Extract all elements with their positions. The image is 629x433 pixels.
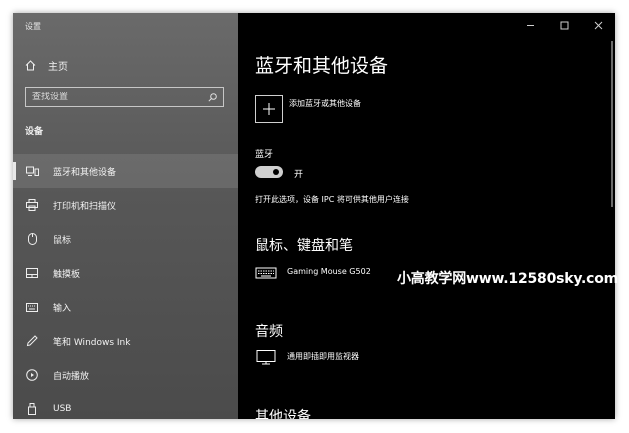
device-name: 通用即插即用监视器 bbox=[287, 352, 359, 361]
sidebar-item-label: 自动播放 bbox=[53, 371, 90, 382]
sidebar-item-label: 触摸板 bbox=[53, 269, 81, 280]
maximize-icon bbox=[560, 21, 568, 29]
settings-window: 设置 主页 设备 蓝牙和其他设备 bbox=[13, 13, 615, 419]
sidebar-nav: 蓝牙和其他设备 打印机和扫描仪 鼠标 触摸板 输入 笔和 Windows Ink… bbox=[13, 154, 238, 419]
watermark-text: 小高教学网www.12580sky.com bbox=[397, 271, 619, 287]
add-device-button[interactable] bbox=[255, 95, 283, 123]
section-label: 设备 bbox=[25, 127, 44, 137]
app-title: 设置 bbox=[25, 22, 41, 31]
bluetooth-label: 蓝牙 bbox=[255, 150, 274, 160]
bluetooth-devices-icon bbox=[25, 164, 39, 178]
window-controls bbox=[513, 13, 615, 37]
section-heading-input-devices: 鼠标、键盘和笔 bbox=[255, 238, 353, 254]
page-title: 蓝牙和其他设备 bbox=[255, 55, 389, 77]
mouse-icon bbox=[25, 232, 39, 246]
device-item-mouse[interactable]: Gaming Mouse G502 bbox=[255, 265, 371, 281]
usb-icon bbox=[25, 402, 39, 416]
section-heading-other-devices: 其他设备 bbox=[255, 409, 311, 419]
sidebar-item-label: 鼠标 bbox=[53, 235, 72, 246]
sidebar-item-printers[interactable]: 打印机和扫描仪 bbox=[13, 188, 238, 222]
search-box[interactable] bbox=[25, 87, 224, 107]
content-pane: 蓝牙和其他设备 添加蓝牙或其他设备 蓝牙 开 打开此选项，设备 IPC 将可供其… bbox=[238, 13, 615, 419]
sidebar-item-autoplay[interactable]: 自动播放 bbox=[13, 358, 238, 392]
sidebar-item-label: 输入 bbox=[53, 303, 72, 314]
add-device-label[interactable]: 添加蓝牙或其他设备 bbox=[289, 98, 361, 109]
pen-icon bbox=[25, 334, 39, 348]
sidebar: 设置 主页 设备 蓝牙和其他设备 bbox=[13, 13, 238, 419]
sidebar-item-typing[interactable]: 输入 bbox=[13, 290, 238, 324]
keyboard-icon bbox=[25, 300, 39, 314]
sidebar-item-touchpad[interactable]: 触摸板 bbox=[13, 256, 238, 290]
sidebar-item-usb[interactable]: USB bbox=[13, 392, 238, 419]
toggle-knob bbox=[273, 169, 279, 175]
minimize-button[interactable] bbox=[513, 13, 547, 37]
maximize-button[interactable] bbox=[547, 13, 581, 37]
search-icon bbox=[208, 92, 217, 102]
sidebar-item-bluetooth[interactable]: 蓝牙和其他设备 bbox=[13, 154, 238, 188]
bluetooth-toggle[interactable] bbox=[255, 166, 283, 178]
close-button[interactable] bbox=[581, 13, 615, 37]
sidebar-item-label: 笔和 Windows Ink bbox=[53, 337, 131, 348]
monitor-icon bbox=[256, 350, 276, 365]
sidebar-item-label: USB bbox=[53, 404, 72, 414]
touchpad-icon bbox=[25, 266, 39, 280]
keyboard-device-icon bbox=[255, 267, 277, 279]
discoverable-text: 打开此选项，设备 IPC 将可供其他用户连接 bbox=[255, 195, 409, 204]
close-icon bbox=[594, 21, 602, 29]
plus-icon bbox=[263, 103, 275, 115]
search-input[interactable] bbox=[32, 92, 192, 102]
toggle-state-label: 开 bbox=[294, 170, 304, 180]
home-icon bbox=[25, 59, 36, 70]
section-heading-audio: 音频 bbox=[255, 324, 283, 340]
sidebar-item-pen[interactable]: 笔和 Windows Ink bbox=[13, 324, 238, 358]
printer-icon bbox=[25, 198, 39, 212]
autoplay-icon bbox=[25, 368, 39, 382]
device-item-monitor[interactable]: 通用即插即用监视器 bbox=[255, 349, 359, 365]
sidebar-item-mouse[interactable]: 鼠标 bbox=[13, 222, 238, 256]
device-name: Gaming Mouse G502 bbox=[287, 267, 371, 276]
sidebar-item-label: 蓝牙和其他设备 bbox=[53, 167, 117, 178]
minimize-icon bbox=[526, 24, 534, 26]
home-label: 主页 bbox=[48, 61, 68, 73]
sidebar-item-label: 打印机和扫描仪 bbox=[53, 201, 117, 212]
home-nav-item[interactable]: 主页 bbox=[25, 58, 68, 73]
scrollbar[interactable] bbox=[611, 41, 613, 207]
